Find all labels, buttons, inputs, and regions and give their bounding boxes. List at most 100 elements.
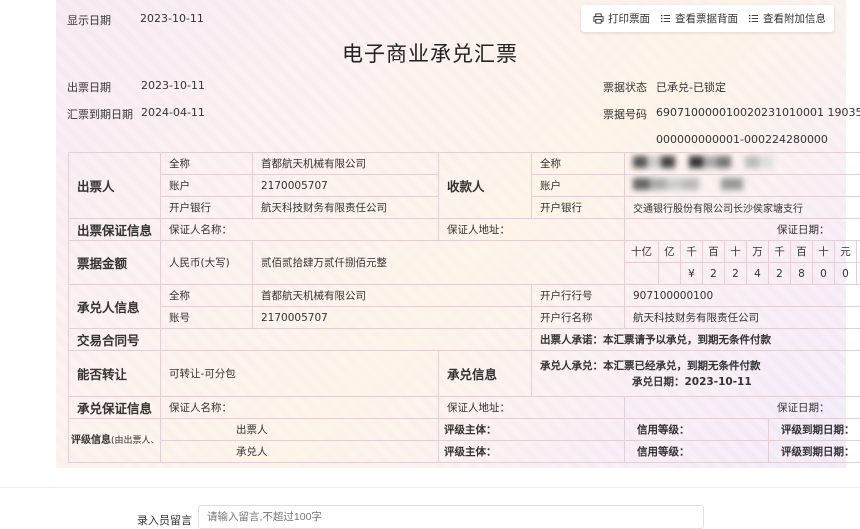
digit-cell	[625, 263, 659, 285]
acceptor-guarantee-date-label: 保证日期：	[625, 397, 860, 419]
redacted-block	[633, 156, 773, 168]
acceptor-account-label: 账号	[161, 307, 253, 329]
drawer-account-value: 2170005707	[253, 175, 439, 197]
print-button[interactable]: 打印票面	[593, 11, 650, 26]
digit-cell: 2	[703, 263, 725, 285]
rating-row1-expiry: 评级到期日期：	[769, 419, 860, 441]
redacted-block	[633, 178, 743, 190]
acceptor-bank-name-value: 航天科技财务有限责任公司	[625, 307, 860, 329]
issue-date-label: 出票日期	[67, 79, 111, 95]
payee-account-label: 账户	[532, 175, 625, 197]
bill-number-line1: 690710000010020231010001 19035	[656, 106, 860, 119]
payee-name-redacted	[625, 153, 860, 175]
view-back-button[interactable]: 查看票据背面	[660, 11, 738, 26]
acceptor-name-value: 首都航天机械有限公司	[253, 285, 532, 307]
unit-cell: 十	[813, 241, 835, 263]
digit-cell	[659, 263, 681, 285]
drawer-guarantee-section: 出票保证信息	[69, 219, 161, 241]
rating-row1-level: 信用等级：	[625, 419, 769, 441]
view-extra-label: 查看附加信息	[763, 11, 826, 26]
unit-cell: 元	[835, 241, 857, 263]
toolbar: 打印票面 查看票据背面 查看附加信息	[581, 5, 834, 32]
status-value: 已承兑-已锁定	[656, 79, 726, 95]
view-extra-button[interactable]: 查看附加信息	[748, 11, 826, 26]
contract-section: 交易合同号	[69, 329, 161, 351]
amount-rmb-label: 人民币(大写)	[161, 241, 253, 285]
rating-row2-level: 信用等级：	[625, 441, 769, 463]
drawer-account-label: 账户	[161, 175, 253, 197]
bill-table: 出票人 全称 首都航天机械有限公司 收款人 全称 账户 2170005707 账…	[68, 152, 860, 463]
drawer-guarantor-address-label: 保证人地址：	[439, 219, 625, 241]
digit-cell: 0	[813, 263, 835, 285]
digit-cell: ¥	[681, 263, 703, 285]
transfer-section: 能否转让	[69, 351, 161, 397]
rating-row2-subject: 评级主体：	[439, 441, 625, 463]
acceptance-section: 承兑信息	[439, 351, 532, 397]
acceptance-info: 承兑人承兑：本汇票已经承兑，到期无条件付款 承兑日期：2023-10-11	[532, 351, 860, 397]
payee-account-redacted	[625, 175, 860, 197]
drawer-guarantee-date-label: 保证日期：	[625, 219, 860, 241]
drawer-bank-value: 航天科技财务有限责任公司	[253, 197, 439, 219]
due-date-label: 汇票到期日期	[67, 106, 133, 122]
rating-section: 评级信息(由出票人、承兑人自己记载,仅供参考)	[69, 419, 161, 463]
acceptor-bank-name-label: 开户行名称	[532, 307, 625, 329]
acceptor-guarantor-address-label: 保证人地址：	[439, 397, 625, 419]
rating-row2-party: 承兑人	[161, 441, 439, 463]
unit-cell: 千	[769, 241, 791, 263]
issue-date-value: 2023-10-11	[141, 79, 205, 92]
drawer-guarantor-label: 保证人名称：	[161, 219, 439, 241]
display-date-label: 显示日期	[67, 12, 111, 28]
drawer-section: 出票人	[69, 153, 161, 219]
bill-number-line2: 000000000001-000224280000	[656, 133, 828, 146]
acceptor-guarantee-section: 承兑保证信息	[69, 397, 161, 419]
message-input[interactable]	[198, 505, 704, 529]
payee-bank-label: 开户银行	[532, 197, 625, 219]
unit-cell: 百	[791, 241, 813, 263]
acceptor-bank-no-value: 907100000100	[625, 285, 860, 307]
list-icon	[660, 13, 671, 24]
printer-icon	[593, 13, 604, 24]
amount-rmb-value: 贰佰贰拾肆万贰仟捌佰元整	[253, 241, 625, 285]
payee-section: 收款人	[439, 153, 532, 219]
view-back-label: 查看票据背面	[675, 11, 738, 26]
payee-name-label: 全称	[532, 153, 625, 175]
acceptor-name-label: 全称	[161, 285, 253, 307]
bill-number-label: 票据号码	[603, 106, 647, 122]
status-label: 票据状态	[603, 79, 647, 95]
page-title: 电子商业承兑汇票	[0, 38, 860, 68]
amount-section: 票据金额	[69, 241, 161, 285]
acceptor-promise: 承兑人承兑：本汇票已经承兑，到期无条件付款	[540, 358, 860, 374]
unit-cell: 千	[681, 241, 703, 263]
digit-cell: 2	[769, 263, 791, 285]
acceptor-section: 承兑人信息	[69, 285, 161, 329]
drawer-name-label: 全称	[161, 153, 253, 175]
unit-cell: 亿	[659, 241, 681, 263]
acceptance-date: 承兑日期：2023-10-11	[540, 374, 860, 390]
digit-cell: 2	[725, 263, 747, 285]
unit-cell: 角	[857, 241, 860, 263]
digit-cell: 0	[835, 263, 857, 285]
message-label: 录入员留言	[137, 512, 192, 528]
unit-cell: 万	[747, 241, 769, 263]
due-date-value: 2024-04-11	[141, 106, 205, 119]
unit-cell: 十亿	[625, 241, 659, 263]
rating-row1-party: 出票人	[161, 419, 439, 441]
contract-value	[161, 329, 532, 351]
acceptor-bank-no-label: 开户行行号	[532, 285, 625, 307]
rating-row2-expiry: 评级到期日期：	[769, 441, 860, 463]
print-label: 打印票面	[608, 11, 650, 26]
drawer-name-value: 首都航天机械有限公司	[253, 153, 439, 175]
drawer-bank-label: 开户银行	[161, 197, 253, 219]
unit-cell: 十	[725, 241, 747, 263]
acceptor-guarantor-label: 保证人名称：	[161, 397, 439, 419]
digit-cell: 4	[747, 263, 769, 285]
rating-row1-subject: 评级主体：	[439, 419, 625, 441]
rating-section-note: (由出票人、承兑人自己记载,仅供参考)	[111, 436, 161, 446]
rating-section-title: 评级信息	[71, 435, 111, 446]
digit-cell: 8	[791, 263, 813, 285]
list-icon	[748, 13, 759, 24]
unit-cell: 百	[703, 241, 725, 263]
drawer-promise: 出票人承诺：本汇票请予以承兑，到期无条件付款	[532, 329, 860, 351]
acceptor-account-value: 2170005707	[253, 307, 532, 329]
payee-bank-value: 交通银行股份有限公司长沙侯家塘支行	[625, 197, 860, 219]
